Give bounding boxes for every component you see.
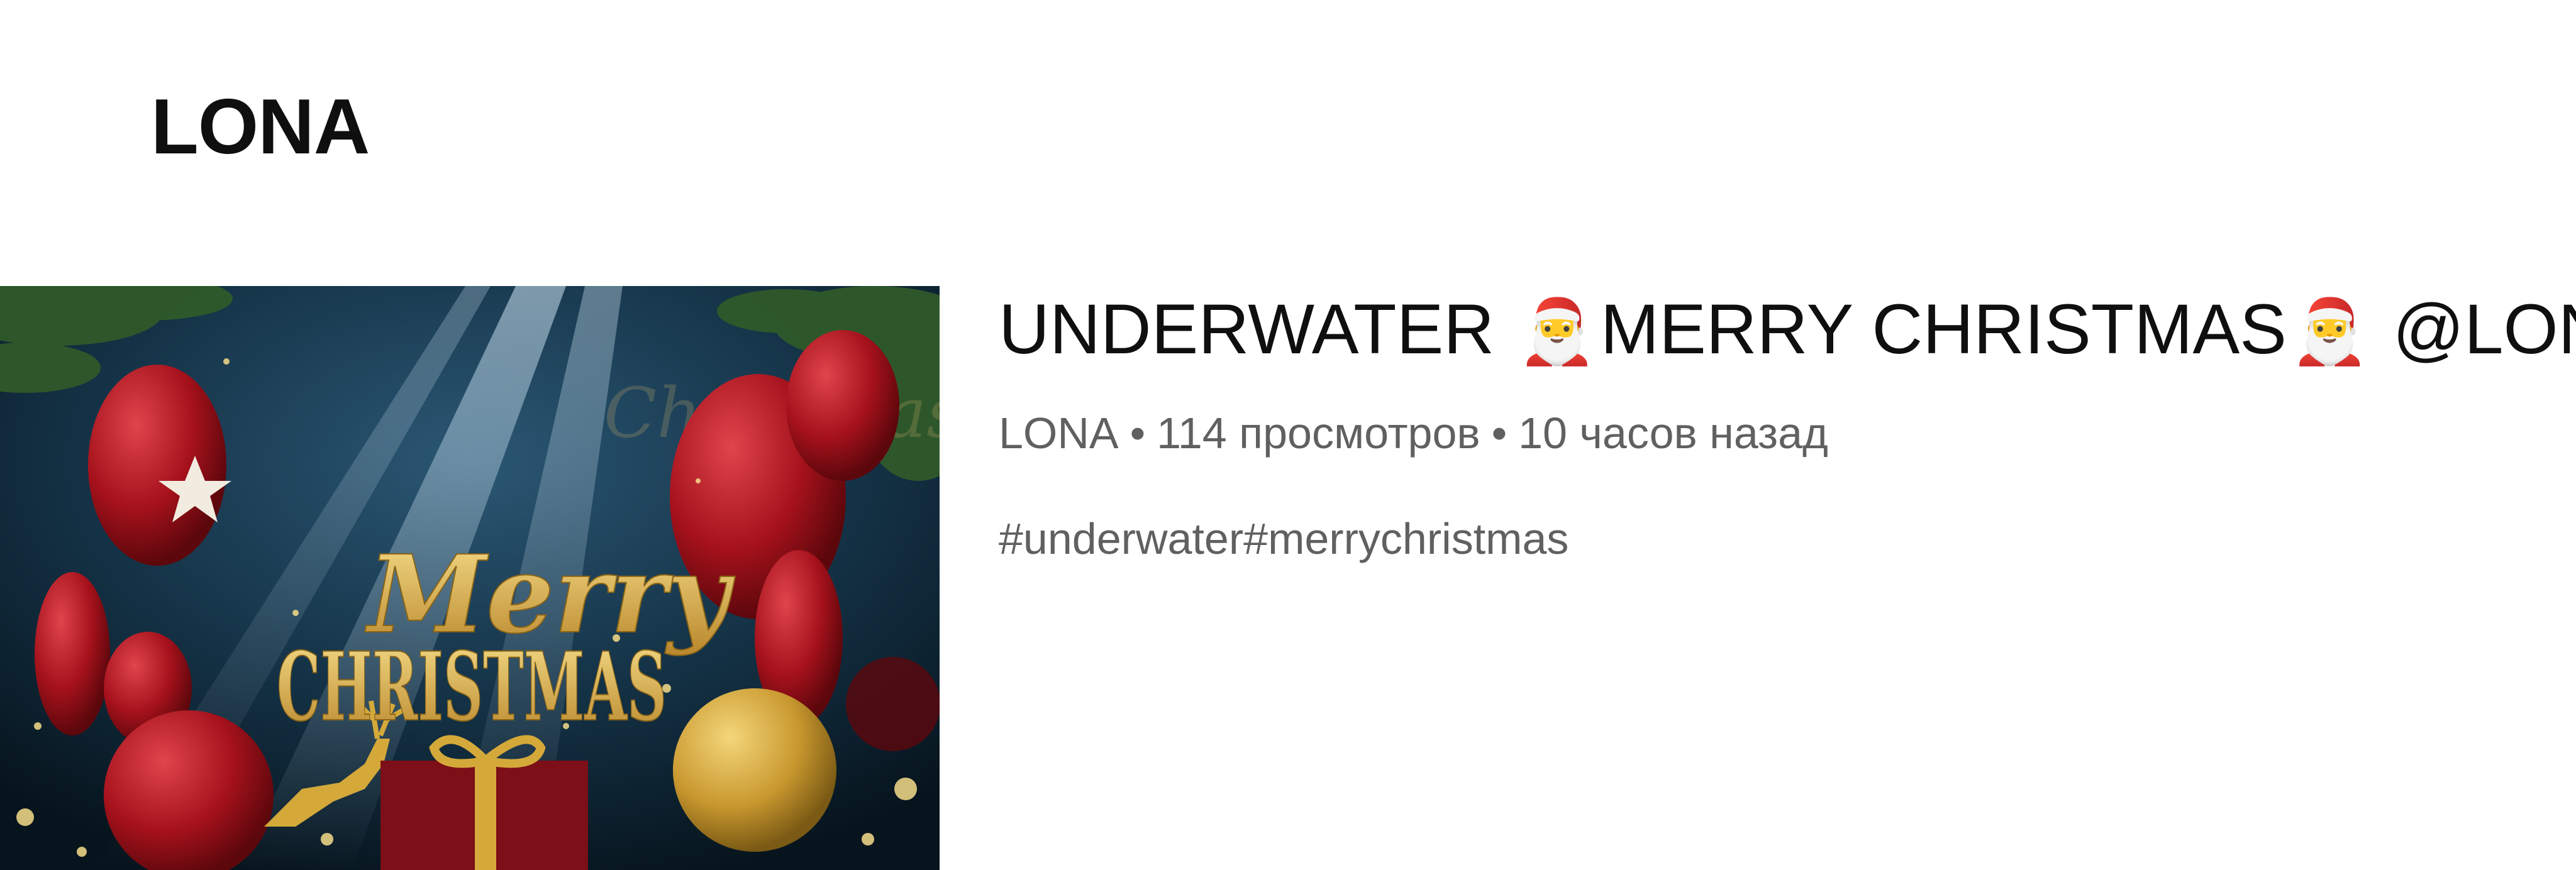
video-title-part2: MERRY CHRISTMAS bbox=[1600, 290, 2287, 368]
video-description: #underwater#merrychristmas bbox=[999, 514, 1569, 563]
video-metadata: LONA • 114 просмотров • 10 часов назад bbox=[999, 407, 1828, 460]
thumbnail-image: Christmas bbox=[0, 286, 940, 870]
meta-separator: • bbox=[1130, 409, 1146, 458]
video-title-part3: @LONA_ bbox=[2392, 290, 2576, 368]
video-title-link[interactable]: UNDERWATER 🎅MERRY CHRISTMAS🎅 @LONA_ bbox=[999, 287, 2576, 372]
upload-time: 10 часов назад bbox=[1518, 409, 1828, 458]
santa-emoji-icon: 🎅 bbox=[1518, 297, 1597, 367]
section-channel-title[interactable]: LONA bbox=[151, 88, 370, 166]
video-thumbnail[interactable]: Christmas bbox=[0, 286, 940, 870]
video-item: Christmas bbox=[0, 286, 2576, 870]
thumbnail-christmas-text: CHRISTMAS bbox=[277, 632, 667, 742]
view-count: 114 просмотров bbox=[1157, 409, 1480, 458]
channel-name-link[interactable]: LONA bbox=[999, 409, 1119, 458]
meta-separator: • bbox=[1491, 409, 1507, 458]
video-title-part1: UNDERWATER bbox=[999, 290, 1495, 368]
santa-emoji-icon: 🎅 bbox=[2290, 297, 2370, 367]
